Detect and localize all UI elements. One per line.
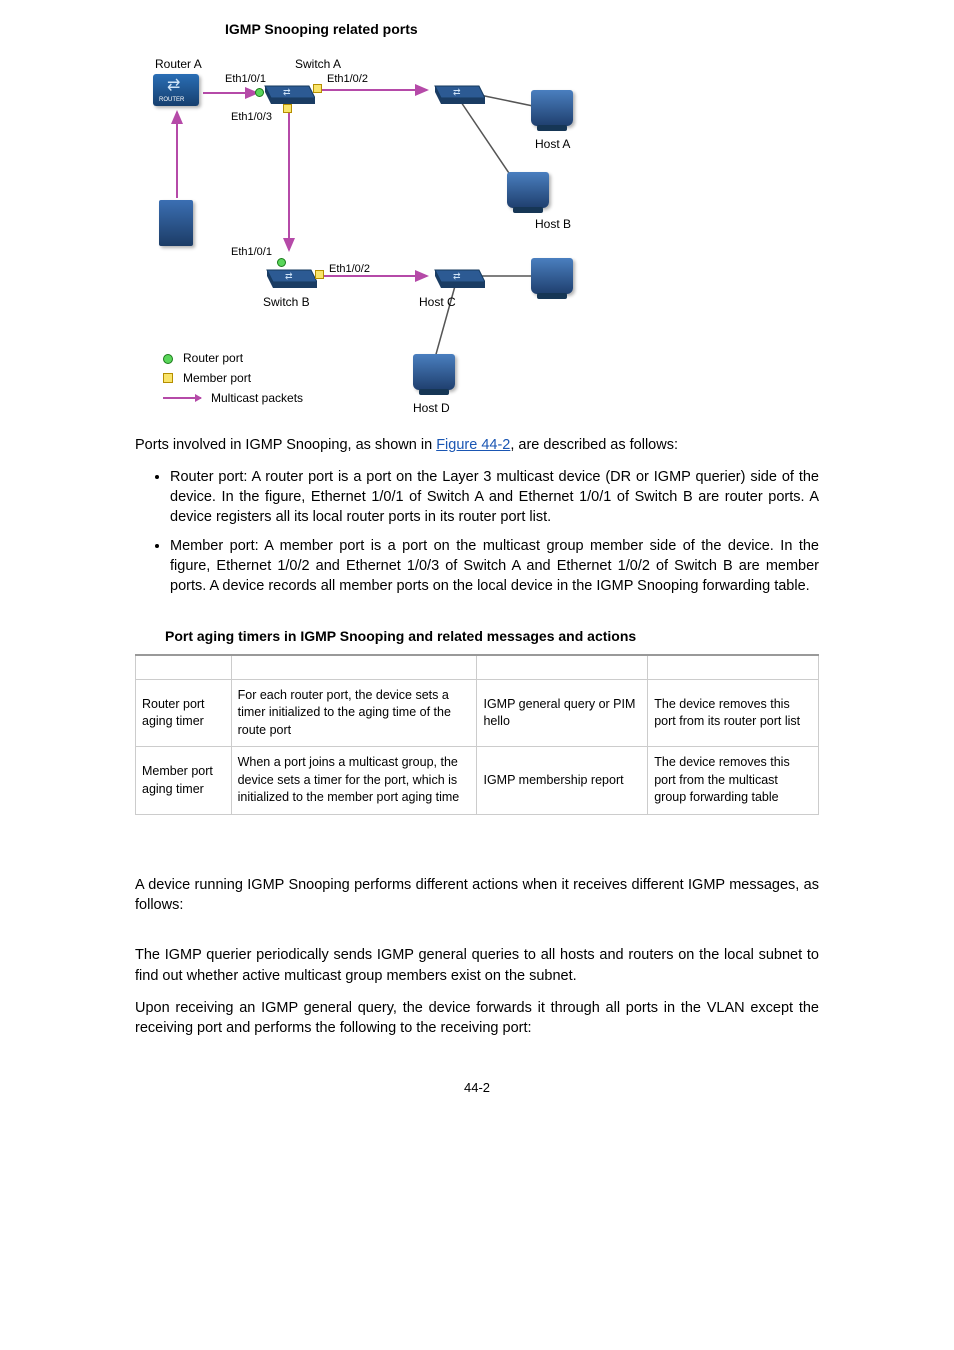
legend-router-port-label: Router port (183, 350, 243, 367)
paragraph: A device running IGMP Snooping performs … (135, 875, 819, 916)
server-icon (159, 200, 193, 246)
figure-link[interactable]: Figure 44-2 (436, 437, 510, 453)
label-routerA: Router A (155, 56, 202, 73)
diagram-legend: Router port Member port Multicast packet… (163, 347, 303, 409)
switch-icon: ⇄ (259, 78, 315, 106)
legend-member-port-label: Member port (183, 370, 251, 387)
port-aging-table: Router port aging timer For each router … (135, 654, 819, 815)
label-eth102a: Eth1/0/2 (327, 72, 368, 87)
paragraph: Upon receiving an IGMP general query, th… (135, 998, 819, 1039)
switch-icon: ⇄ (429, 262, 485, 290)
cell: IGMP general query or PIM hello (477, 679, 648, 747)
cell: IGMP membership report (477, 747, 648, 815)
legend-multicast-icon (163, 397, 201, 399)
switch-icon: ⇄ (261, 262, 317, 290)
router-port-dot (255, 88, 264, 97)
cell: Router port aging timer (136, 679, 232, 747)
label-hostD: Host D (413, 400, 450, 417)
host-icon (531, 258, 573, 294)
table-row: Member port aging timer When a port join… (136, 747, 819, 815)
table-title: Port aging timers in IGMP Snooping and r… (165, 627, 819, 647)
cell: Member port aging timer (136, 747, 232, 815)
switch-icon: ⇄ (429, 78, 485, 106)
label-hostB: Host B (535, 216, 571, 233)
list-item: Router port: A router port is a port on … (170, 467, 819, 528)
port-description-list: Router port: A router port is a port on … (170, 467, 819, 597)
text: , are described as follows: (510, 437, 678, 453)
list-item: Member port: A member port is a port on … (170, 536, 819, 597)
diagram-area: Router A Switch A ⇄ Eth1/0/1 Eth1/0/2 Et… (135, 50, 819, 410)
legend-router-port-icon (163, 354, 173, 364)
line-hostB (461, 102, 515, 182)
label-hostA: Host A (535, 136, 570, 153)
page-number: 44-2 (135, 1079, 819, 1097)
svg-text:⇄: ⇄ (453, 87, 461, 97)
svg-text:⇄: ⇄ (453, 271, 461, 281)
label-eth101a: Eth1/0/1 (225, 72, 266, 87)
member-port-dot (283, 104, 292, 113)
label-hostC: Host C (419, 294, 456, 311)
cell: When a port joins a multicast group, the… (231, 747, 477, 815)
figure-title: IGMP Snooping related ports (225, 20, 819, 40)
intro-paragraph: Ports involved in IGMP Snooping, as show… (135, 435, 819, 455)
svg-text:⇄: ⇄ (285, 271, 293, 281)
member-port-dot (313, 84, 322, 93)
svg-text:⇄: ⇄ (283, 87, 291, 97)
text: Ports involved in IGMP Snooping, as show… (135, 437, 436, 453)
label-switchA: Switch A (295, 56, 341, 73)
label-eth102b: Eth1/0/2 (329, 262, 370, 277)
table-row: Router port aging timer For each router … (136, 679, 819, 747)
host-icon (507, 172, 549, 208)
router-icon (153, 74, 199, 106)
host-icon (413, 354, 455, 390)
legend-multicast-label: Multicast packets (211, 390, 303, 407)
label-eth103a: Eth1/0/3 (231, 110, 272, 125)
member-port-dot (315, 270, 324, 279)
legend-member-port-icon (163, 373, 173, 383)
cell: For each router port, the device sets a … (231, 679, 477, 747)
router-port-dot (277, 258, 286, 267)
host-icon (531, 90, 573, 126)
cell: The device removes this port from the mu… (648, 747, 819, 815)
label-eth101b: Eth1/0/1 (231, 245, 272, 260)
paragraph: The IGMP querier periodically sends IGMP… (135, 945, 819, 986)
label-switchB: Switch B (263, 294, 310, 311)
cell: The device removes this port from its ro… (648, 679, 819, 747)
